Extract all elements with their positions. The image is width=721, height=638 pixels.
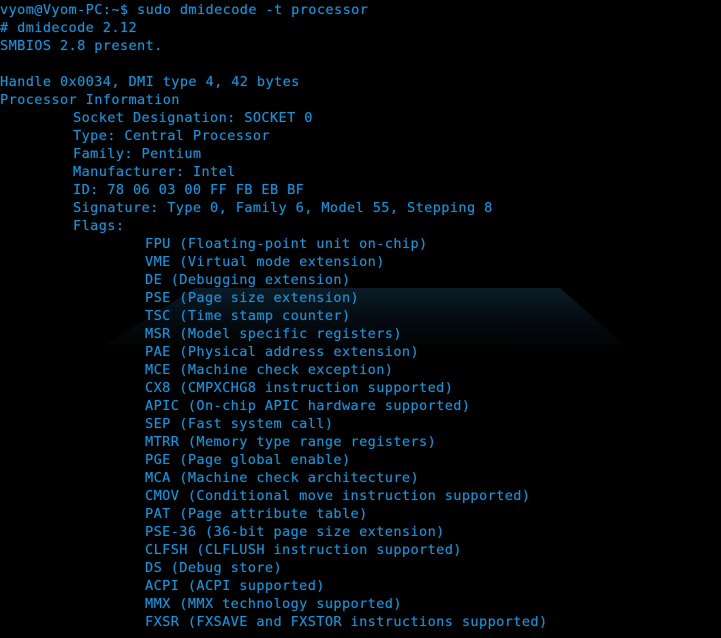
terminal-line: CLFSH (CLFLUSH instruction supported) — [145, 542, 462, 558]
terminal-line: FXSR (FXSAVE and FXSTOR instructions sup… — [145, 614, 548, 630]
terminal-window[interactable]: vyom@Vyom-PC:~$ sudo dmidecode -t proces… — [0, 0, 721, 638]
terminal-output: vyom@Vyom-PC:~$ sudo dmidecode -t proces… — [0, 0, 721, 631]
terminal-line: PAT (Page attribute table) — [145, 506, 368, 522]
terminal-line: MCE (Machine check exception) — [145, 362, 394, 378]
terminal-line: Family: Pentium — [73, 146, 202, 162]
terminal-line: MMX (MMX technology supported) — [145, 596, 402, 612]
terminal-line: CMOV (Conditional move instruction suppo… — [145, 488, 531, 504]
terminal-line: Type: Central Processor — [73, 128, 270, 144]
terminal-line: SEP (Fast system call) — [145, 416, 334, 432]
terminal-line: # dmidecode 2.12 — [0, 20, 138, 36]
terminal-line: SMBIOS 2.8 present. — [0, 38, 163, 54]
terminal-line: CX8 (CMPXCHG8 instruction supported) — [145, 380, 454, 396]
terminal-line: Manufacturer: Intel — [73, 164, 236, 180]
terminal-line: VME (Virtual mode extension) — [145, 254, 385, 270]
terminal-line: MTRR (Memory type range registers) — [145, 434, 437, 450]
terminal-line: FPU (Floating-point unit on-chip) — [145, 236, 428, 252]
terminal-line: PGE (Page global enable) — [145, 452, 351, 468]
terminal-line: Socket Designation: SOCKET 0 — [73, 110, 313, 126]
terminal-line: Flags: — [73, 218, 125, 234]
terminal-line: PAE (Physical address extension) — [145, 344, 420, 360]
terminal-line: PSE (Page size extension) — [145, 290, 360, 306]
terminal-line: ACPI (ACPI supported) — [145, 578, 325, 594]
terminal-line: Handle 0x0034, DMI type 4, 42 bytes — [0, 74, 300, 90]
terminal-line: MSR (Model specific registers) — [145, 326, 402, 342]
terminal-line: MCA (Machine check architecture) — [145, 470, 420, 486]
terminal-line: ID: 78 06 03 00 FF FB EB BF — [73, 182, 305, 198]
terminal-line: PSE-36 (36-bit page size extension) — [145, 524, 445, 540]
terminal-line: Processor Information — [0, 92, 180, 108]
terminal-line: DE (Debugging extension) — [145, 272, 351, 288]
terminal-line: DS (Debug store) — [145, 560, 283, 576]
terminal-line: TSC (Time stamp counter) — [145, 308, 351, 324]
terminal-line: Signature: Type 0, Family 6, Model 55, S… — [73, 200, 493, 216]
terminal-prompt-line: vyom@Vyom-PC:~$ sudo dmidecode -t proces… — [0, 2, 369, 18]
terminal-line: APIC (On-chip APIC hardware supported) — [145, 398, 471, 414]
